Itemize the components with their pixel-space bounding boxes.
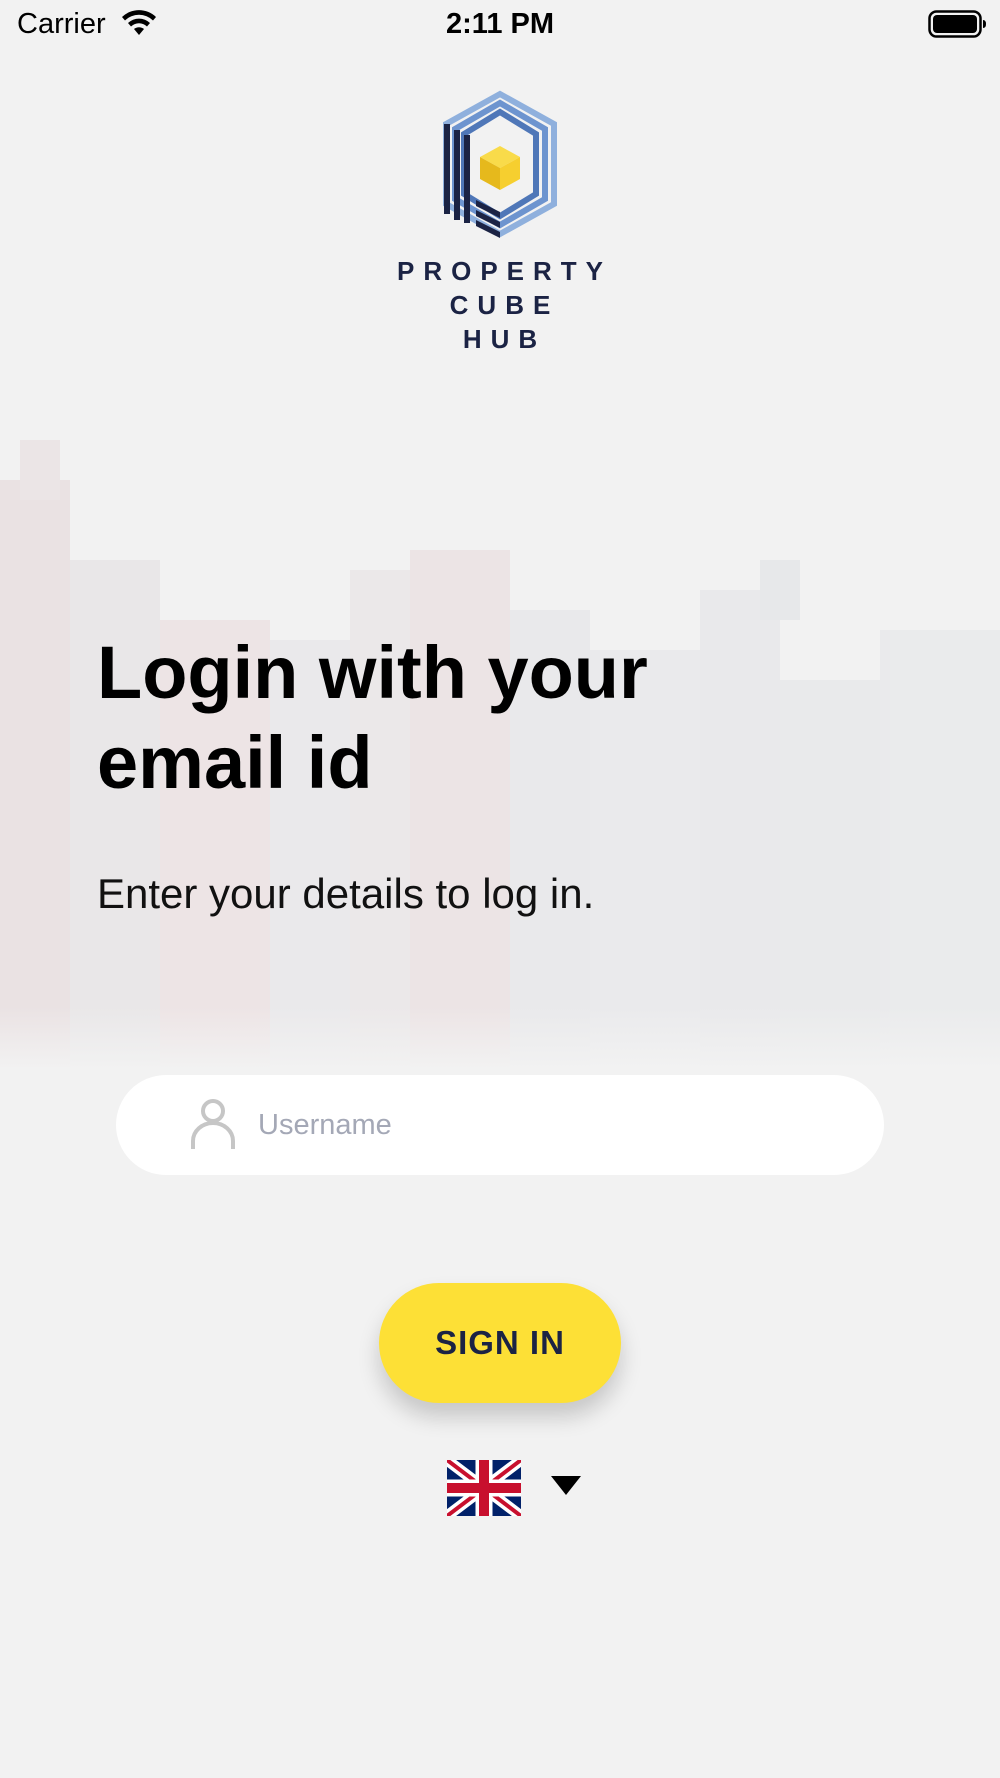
user-icon [191, 1099, 235, 1149]
username-field[interactable] [116, 1075, 884, 1175]
login-screen: Carrier 2:11 PM PROPERTY CUBE HUB Login … [0, 0, 1000, 1778]
username-input[interactable] [258, 1075, 838, 1175]
logo-text-cube: CUBE [449, 290, 560, 320]
sign-in-button[interactable]: SIGN IN [379, 1283, 621, 1403]
cube-logo-icon [443, 90, 557, 238]
language-selector[interactable] [447, 1460, 587, 1516]
page-subtitle: Enter your details to log in. [97, 870, 595, 917]
uk-flag-icon [447, 1460, 521, 1516]
battery-icon [928, 10, 986, 38]
dropdown-caret-icon [551, 1476, 581, 1495]
page-title: Login with your email id [97, 631, 648, 804]
clock: 2:11 PM [446, 8, 554, 40]
logo-text-hub: HUB [462, 324, 547, 354]
logo-text-property: PROPERTY [396, 256, 613, 286]
status-bar: Carrier 2:11 PM [0, 0, 1000, 50]
property-cube-hub-logo: PROPERTY CUBE HUB [365, 80, 635, 355]
